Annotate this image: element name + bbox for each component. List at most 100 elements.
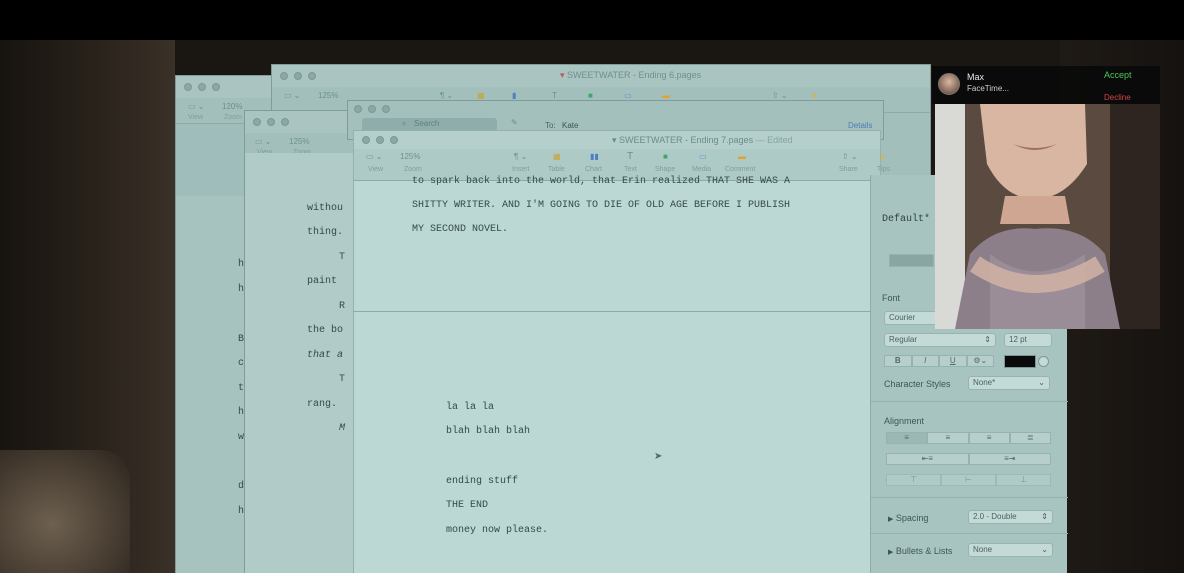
view-icon[interactable]: ▭ ⌄	[366, 152, 382, 161]
spacing-select[interactable]: 2.0 - Double ⇕	[968, 510, 1053, 524]
table-icon[interactable]: ▦	[477, 91, 485, 100]
chart-icon[interactable]: ▮▮	[590, 152, 599, 161]
media-icon[interactable]: ▭	[624, 91, 632, 100]
titlebar[interactable]: ▾ SWEETWATER - Ending 7.pages — Edited	[354, 131, 880, 149]
zoom-value[interactable]: 125%	[400, 152, 420, 161]
shape-icon[interactable]: ■	[663, 152, 668, 161]
zoom-button[interactable]	[390, 136, 398, 144]
shape-icon[interactable]: ■	[588, 91, 593, 100]
comment-icon[interactable]: ▬	[738, 152, 746, 161]
zoom-button[interactable]	[212, 83, 220, 91]
minimize-button[interactable]	[294, 72, 302, 80]
document-canvas[interactable]: to spark back into the world, that Erin …	[354, 176, 871, 573]
align-bottom-icon[interactable]: ⊥	[996, 474, 1051, 486]
close-button[interactable]	[354, 105, 362, 113]
close-button[interactable]	[184, 83, 192, 91]
gear-icon[interactable]: ⚙⌄	[966, 355, 994, 367]
color-wheel-icon[interactable]	[1038, 356, 1049, 367]
doc-line-1[interactable]: to spark back into the world, that Erin …	[412, 176, 790, 187]
font-size-stepper[interactable]: 12 pt	[1004, 333, 1052, 347]
person-video-frame	[935, 104, 1160, 329]
underline-button[interactable]: U	[939, 355, 967, 367]
font-label: Font	[882, 293, 901, 303]
increase-indent-icon[interactable]: ≡⇥	[968, 453, 1051, 465]
view-icon[interactable]: ▭ ⌄	[255, 137, 271, 146]
bullets-disclosure[interactable]: ▶ Bullets & Lists	[888, 546, 952, 556]
facetime-notification[interactable]: Max FaceTime... Accept Decline	[932, 66, 1160, 104]
text-icon[interactable]: T	[627, 151, 633, 162]
doc-line-6[interactable]: ending stuff	[446, 476, 518, 487]
window-title: ▾ SWEETWATER - Ending 6.pages	[560, 70, 701, 81]
doc-line-3[interactable]: MY SECOND NOVEL.	[412, 224, 508, 235]
decline-button[interactable]: Decline	[1104, 93, 1131, 102]
window-controls[interactable]	[280, 72, 316, 80]
compose-icon[interactable]: ✎	[511, 118, 518, 127]
align-left-icon[interactable]: ≡	[886, 432, 928, 444]
align-center-icon[interactable]: ≡	[927, 432, 969, 444]
share-icon[interactable]: ⇧ ⌄	[842, 152, 858, 161]
view-icon[interactable]: ▭ ⌄	[284, 91, 300, 100]
table-icon[interactable]: ▦	[553, 152, 561, 161]
comment-icon[interactable]: ▬	[662, 91, 670, 100]
align-middle-icon[interactable]: ⊢	[941, 474, 996, 486]
chevron-updown-icon: ⇕	[984, 335, 991, 344]
update-style-button[interactable]	[889, 254, 934, 267]
details-link[interactable]: Details	[848, 121, 872, 130]
to-recipient[interactable]: Kate	[562, 121, 578, 130]
close-button[interactable]	[362, 136, 370, 144]
pages-window-ending7[interactable]: ▾ SWEETWATER - Ending 7.pages — Edited ▭…	[353, 130, 890, 573]
align-justify-icon[interactable]: ≣	[1009, 432, 1051, 444]
zoom-button[interactable]	[382, 105, 390, 113]
text-icon[interactable]: T	[552, 91, 557, 100]
zoom-button[interactable]	[308, 72, 316, 80]
character-styles-select[interactable]: None* ⌄	[968, 376, 1050, 390]
tips-icon[interactable]: ●	[880, 152, 885, 161]
tips-icon[interactable]: ●	[812, 91, 817, 100]
doc-line-4[interactable]: la la la	[446, 402, 494, 413]
zoom-value[interactable]: 125%	[318, 91, 338, 100]
minimize-button[interactable]	[198, 83, 206, 91]
window-title: ▾ SWEETWATER - Ending 7.pages — Edited	[612, 135, 793, 146]
spacing-disclosure[interactable]: ▶ Spacing	[888, 513, 928, 523]
font-style-select[interactable]: Regular ⇕	[884, 333, 996, 347]
minimize-button[interactable]	[376, 136, 384, 144]
share-icon[interactable]: ⇧ ⌄	[772, 91, 788, 100]
zoom-value[interactable]: 120%	[222, 102, 242, 111]
insert-icon[interactable]: ¶ ⌄	[440, 91, 453, 100]
vertical-align-buttons: ⊤ ⊢ ⊥	[886, 474, 1051, 486]
italic-button[interactable]: I	[911, 355, 939, 367]
align-right-icon[interactable]: ≡	[968, 432, 1010, 444]
titlebar[interactable]	[176, 76, 284, 98]
window-controls[interactable]	[184, 83, 220, 91]
window-controls[interactable]	[354, 105, 390, 113]
view-icon[interactable]: ▭ ⌄	[188, 102, 204, 111]
zoom-button[interactable]	[281, 118, 289, 126]
paragraph-style-name[interactable]: Default*	[882, 214, 930, 225]
accept-button[interactable]: Accept	[1104, 70, 1132, 80]
align-top-icon[interactable]: ⊤	[886, 474, 941, 486]
text-color-well[interactable]	[1004, 355, 1036, 368]
window-controls[interactable]	[362, 136, 398, 144]
document-line: thing.	[307, 227, 344, 238]
titlebar[interactable]	[245, 111, 355, 133]
to-label: To:	[545, 121, 556, 130]
pages-window-middle[interactable]: ▭ ⌄ 125% View Zoom withouthing.TpaintRth…	[244, 110, 357, 573]
document-line: withou	[307, 203, 344, 214]
minimize-button[interactable]	[267, 118, 275, 126]
bold-button[interactable]: B	[884, 355, 912, 367]
titlebar[interactable]: ▾ SWEETWATER - Ending 6.pages	[272, 65, 930, 87]
doc-line-7[interactable]: THE END	[446, 500, 488, 511]
doc-line-5[interactable]: blah blah blah	[446, 426, 530, 437]
bullets-select[interactable]: None ⌄	[968, 543, 1053, 557]
doc-line-8[interactable]: money now please.	[446, 525, 548, 536]
doc-line-2[interactable]: SHITTY WRITER. AND I'M GOING TO DIE OF O…	[412, 200, 790, 211]
window-controls[interactable]	[253, 118, 289, 126]
decrease-indent-icon[interactable]: ⇤≡	[886, 453, 969, 465]
close-button[interactable]	[280, 72, 288, 80]
minimize-button[interactable]	[368, 105, 376, 113]
insert-icon[interactable]: ¶ ⌄	[514, 152, 527, 161]
zoom-value[interactable]: 125%	[289, 137, 309, 146]
close-button[interactable]	[253, 118, 261, 126]
media-icon[interactable]: ▭	[699, 152, 707, 161]
chart-icon[interactable]: ▮	[512, 91, 516, 100]
